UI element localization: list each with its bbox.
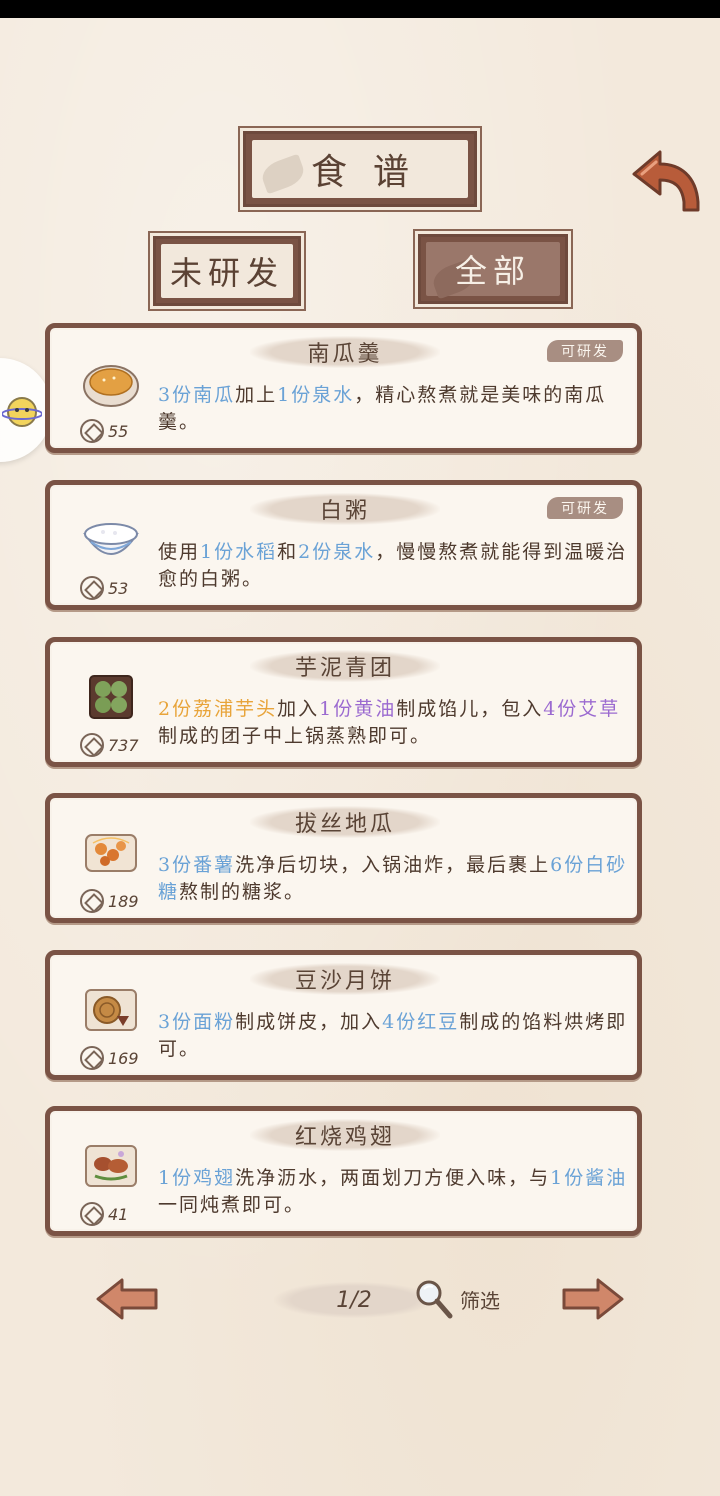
- filter-undeveloped-button[interactable]: 未研发: [153, 236, 301, 306]
- prev-page-button[interactable]: [94, 1276, 160, 1322]
- coin-icon: [80, 1046, 104, 1070]
- recipe-description: 1份鸡翅洗净沥水，两面划刀方便入味，与1份酱油一同炖煮即可。: [158, 1165, 628, 1219]
- ingredient-highlight: 3份面粉: [158, 1011, 236, 1033]
- ingredient-highlight: 1份水稻: [200, 541, 278, 563]
- coin-icon: [80, 889, 104, 913]
- recipe-description: 3份南瓜加上1份泉水，精心熬煮就是美味的南瓜羹。: [158, 382, 628, 436]
- candied-sweet-potato-icon: [80, 824, 142, 882]
- recipe-name-banner: 红烧鸡翅: [250, 1119, 440, 1151]
- recipe-card[interactable]: 白粥 可研发 53 使用1份水稻和2份泉水，慢慢熬煮就能得到温暖治愈的白粥。: [45, 480, 642, 610]
- braised-chicken-wings-icon: [80, 1137, 142, 1195]
- recipe-name-banner: 芋泥青团: [250, 650, 440, 682]
- page-title-plaque: 食谱: [243, 131, 477, 207]
- researchable-badge: 可研发: [547, 497, 623, 519]
- back-button[interactable]: [628, 144, 704, 216]
- green-rice-ball-icon: [80, 668, 142, 726]
- recipe-name-banner: 豆沙月饼: [250, 963, 440, 995]
- ingredient-highlight: 3份番薯: [158, 854, 236, 876]
- recipe-cost: 169: [80, 1045, 139, 1071]
- recipe-cost: 55: [80, 418, 128, 444]
- description-text: 加上: [235, 384, 278, 406]
- recipe-card[interactable]: 南瓜羹 可研发 55 3份南瓜加上1份泉水，精心熬煮就是美味的南瓜羹。: [45, 323, 642, 453]
- filter-all-button[interactable]: 全部: [418, 234, 568, 304]
- magnifier-icon: [416, 1280, 453, 1319]
- ingredient-highlight: 1份黄油: [319, 698, 397, 720]
- recipe-card[interactable]: 芋泥青团 737 2份荔浦芋头加入1份黄油制成馅儿，包入4份艾草制成的团子中上锅…: [45, 637, 642, 767]
- recipe-cost: 41: [80, 1201, 128, 1227]
- description-text: 加入: [277, 698, 320, 720]
- description-text: 熬制的糖浆。: [179, 881, 306, 903]
- description-text: 一同炖煮即可。: [158, 1194, 306, 1216]
- recipe-name: 芋泥青团: [294, 656, 395, 681]
- recipe-card[interactable]: 红烧鸡翅 41 1份鸡翅洗净沥水，两面划刀方便入味，与1份酱油一同炖煮即可。: [45, 1106, 642, 1236]
- description-text: 制成的团子中上锅蒸熟即可。: [158, 725, 432, 747]
- page-indicator: 1/2: [274, 1282, 434, 1318]
- recipe-cost: 53: [80, 575, 128, 601]
- coin-icon: [80, 419, 104, 443]
- recipe-cost-value: 737: [108, 735, 139, 755]
- assistant-avatar-icon: [2, 397, 42, 427]
- recipe-cost-value: 41: [108, 1204, 129, 1224]
- description-text: 洗净后切块，入锅油炸，最后裹上: [235, 854, 551, 876]
- filter-undeveloped-label: 未研发: [169, 254, 284, 292]
- rice-porridge-icon: [80, 511, 142, 569]
- arrow-left-icon: [96, 1278, 158, 1320]
- recipe-name: 白粥: [319, 499, 370, 524]
- recipe-cost-value: 189: [108, 891, 139, 911]
- recipe-name: 拔丝地瓜: [294, 812, 395, 837]
- recipe-name: 南瓜羹: [307, 342, 383, 367]
- ingredient-highlight: 1份泉水: [277, 384, 355, 406]
- recipe-name: 豆沙月饼: [294, 969, 395, 994]
- filter-label: 筛选: [460, 1288, 500, 1313]
- page-title: 食谱: [310, 152, 435, 193]
- description-text: 制成馅儿，包入: [396, 698, 544, 720]
- ingredient-highlight: 4份艾草: [543, 698, 621, 720]
- coin-icon: [80, 1202, 104, 1226]
- coin-icon: [80, 576, 104, 600]
- coin-icon: [80, 733, 104, 757]
- pumpkin-soup-icon: [80, 354, 142, 412]
- arrow-right-icon: [562, 1278, 624, 1320]
- recipe-cost: 737: [80, 732, 139, 758]
- ingredient-highlight: 2份荔浦芋头: [158, 698, 278, 720]
- description-text: 使用: [158, 541, 201, 563]
- recipe-book-page: 食谱 未研发 全部 南瓜羹 可研发 55 3份南瓜加上1份泉水，精心熬煮就是美味…: [0, 18, 720, 1496]
- recipe-name-banner: 白粥: [250, 493, 440, 525]
- recipe-name-banner: 南瓜羹: [250, 336, 440, 368]
- filter-all-label: 全部: [454, 252, 531, 290]
- ingredient-highlight: 2份泉水: [298, 541, 376, 563]
- researchable-badge: 可研发: [547, 340, 623, 362]
- back-arrow-icon: [632, 150, 700, 212]
- recipe-description: 3份番薯洗净后切块，入锅油炸，最后裹上6份白砂糖熬制的糖浆。: [158, 852, 628, 906]
- recipe-cost-value: 53: [108, 578, 129, 598]
- ingredient-highlight: 4份红豆: [382, 1011, 460, 1033]
- recipe-cost: 189: [80, 888, 139, 914]
- recipe-card[interactable]: 豆沙月饼 169 3份面粉制成饼皮，加入4份红豆制成的馅料烘烤即可。: [45, 950, 642, 1080]
- recipe-card[interactable]: 拔丝地瓜 189 3份番薯洗净后切块，入锅油炸，最后裹上6份白砂糖熬制的糖浆。: [45, 793, 642, 923]
- mooncake-icon: [80, 981, 142, 1039]
- description-text: 和: [277, 541, 299, 563]
- recipe-description: 3份面粉制成饼皮，加入4份红豆制成的馅料烘烤即可。: [158, 1009, 628, 1063]
- status-bar: [0, 0, 720, 18]
- description-text: 制成饼皮，加入: [235, 1011, 383, 1033]
- filter-button[interactable]: 筛选: [414, 1278, 500, 1320]
- recipe-description: 使用1份水稻和2份泉水，慢慢熬煮就能得到温暖治愈的白粥。: [158, 539, 628, 593]
- ingredient-highlight: 3份南瓜: [158, 384, 236, 406]
- recipe-cost-value: 55: [108, 421, 129, 441]
- description-text: 洗净沥水，两面划刀方便入味，与: [235, 1167, 551, 1189]
- ingredient-highlight: 1份酱油: [550, 1167, 628, 1189]
- recipe-description: 2份荔浦芋头加入1份黄油制成馅儿，包入4份艾草制成的团子中上锅蒸熟即可。: [158, 696, 628, 750]
- next-page-button[interactable]: [560, 1276, 626, 1322]
- recipe-cost-value: 169: [108, 1048, 139, 1068]
- recipe-name: 红烧鸡翅: [294, 1125, 395, 1150]
- recipe-name-banner: 拔丝地瓜: [250, 806, 440, 838]
- ingredient-highlight: 1份鸡翅: [158, 1167, 236, 1189]
